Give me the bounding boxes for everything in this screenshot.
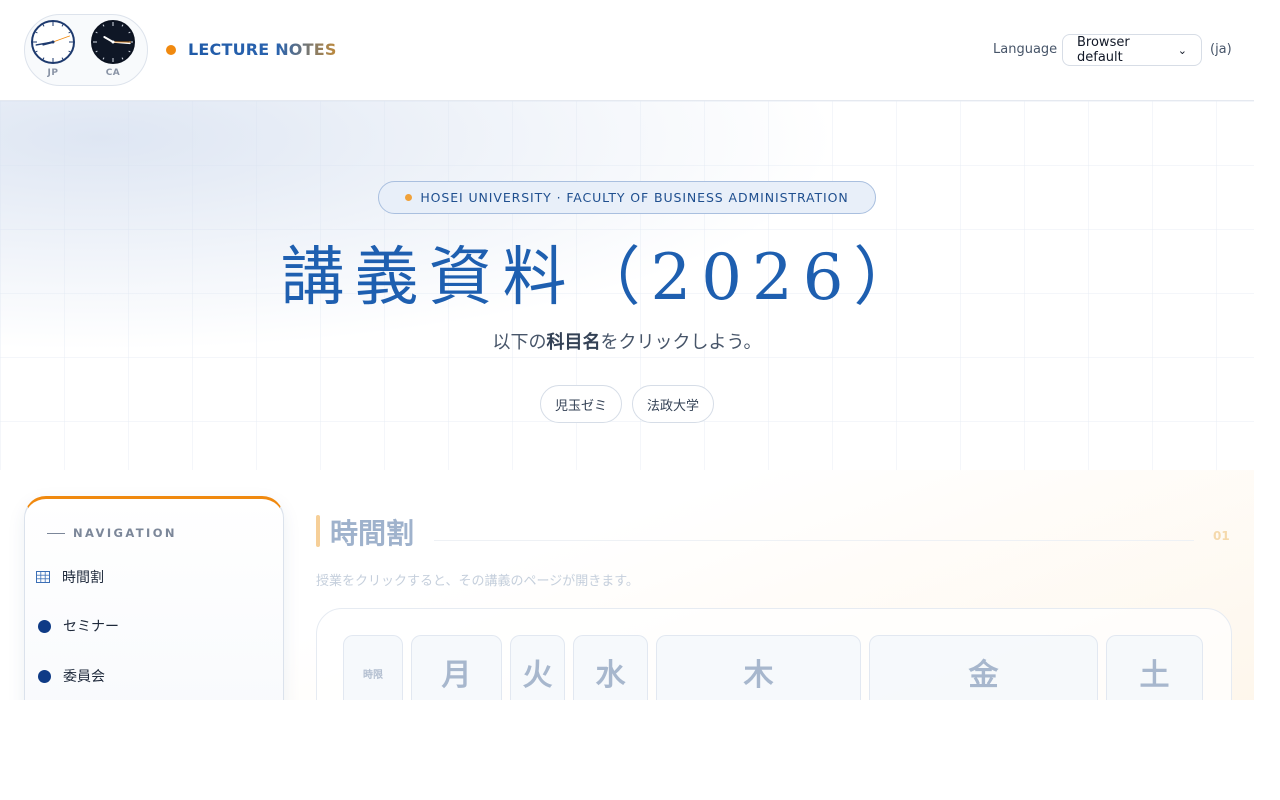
kicker-dot-icon <box>405 194 413 201</box>
language-code: (ja) <box>1210 42 1232 57</box>
section-accent-bar <box>316 515 320 547</box>
nav-heading: NAVIGATION <box>47 526 177 540</box>
nav-heading-rule <box>47 532 65 534</box>
section-number: 01 <box>1213 529 1230 543</box>
dot-icon <box>38 669 51 683</box>
clock-ca-icon <box>91 20 135 64</box>
timetable-day-mon: 月 <box>411 635 502 700</box>
nav-heading-text: NAVIGATION <box>73 526 177 540</box>
timetable-day-wed: 水 <box>573 635 648 700</box>
scrollbar-track[interactable] <box>1254 0 1280 700</box>
subtitle-post: をクリックしよう。 <box>600 332 762 353</box>
kicker-text: HOSEI UNIVERSITY · FACULTY OF BUSINESS A… <box>420 190 849 205</box>
timetable-day-thu: 木 <box>656 635 861 700</box>
brand-logo-text[interactable]: LECTURE NOTES <box>188 40 337 59</box>
timetable-day-fri: 金 <box>869 635 1098 700</box>
nav-item-label: 委員会 <box>63 669 105 685</box>
language-select[interactable]: Browser default ⌄ <box>1062 34 1202 66</box>
section-title: 時間割 <box>330 517 415 550</box>
subtitle-bold: 科目名 <box>546 332 601 353</box>
clock-jp-icon <box>31 20 75 64</box>
nav-item-timetable[interactable]: 時間割 <box>36 565 104 589</box>
language-select-value: Browser default <box>1077 35 1130 65</box>
timetable-day-sat: 土 <box>1106 635 1203 700</box>
page-title: 講義資料（2026） <box>280 241 928 315</box>
nav-item-seminar[interactable]: セミナー <box>36 614 119 638</box>
nav-item-label: 時間割 <box>62 570 104 586</box>
university-kicker-badge: HOSEI UNIVERSITY · FACULTY OF BUSINESS A… <box>378 181 876 214</box>
chevron-down-icon: ⌄ <box>1177 43 1187 57</box>
section-description: 授業をクリックすると、その講義のページが開きます。 <box>316 574 639 589</box>
site-header: JP CA LECTURE NOTES Language Browser def… <box>0 0 1254 101</box>
nav-item-committee[interactable]: 委員会 <box>36 664 105 688</box>
section-divider <box>434 540 1194 541</box>
chip-hosei-university[interactable]: 法政大学 <box>632 385 714 423</box>
clock-ca-label: CA <box>105 68 121 78</box>
timetable-day-tue: 火 <box>510 635 565 700</box>
world-clock-widget: JP CA <box>24 14 148 86</box>
dot-icon <box>38 619 51 633</box>
subtitle-pre: 以下の <box>492 332 547 353</box>
brand-dot-icon <box>166 45 176 55</box>
clock-jp-label: JP <box>47 68 59 78</box>
grid-icon <box>36 571 50 583</box>
timetable-period-header: 時限 <box>343 635 403 700</box>
nav-item-label: セミナー <box>63 619 119 635</box>
page-viewport: JP CA LECTURE NOTES Language Browser def… <box>0 0 1254 700</box>
language-label: Language <box>993 42 1058 57</box>
page-subtitle: 以下の科目名をクリックしよう。 <box>0 328 1254 354</box>
chip-kodama-seminar[interactable]: 児玉ゼミ <box>540 385 622 423</box>
